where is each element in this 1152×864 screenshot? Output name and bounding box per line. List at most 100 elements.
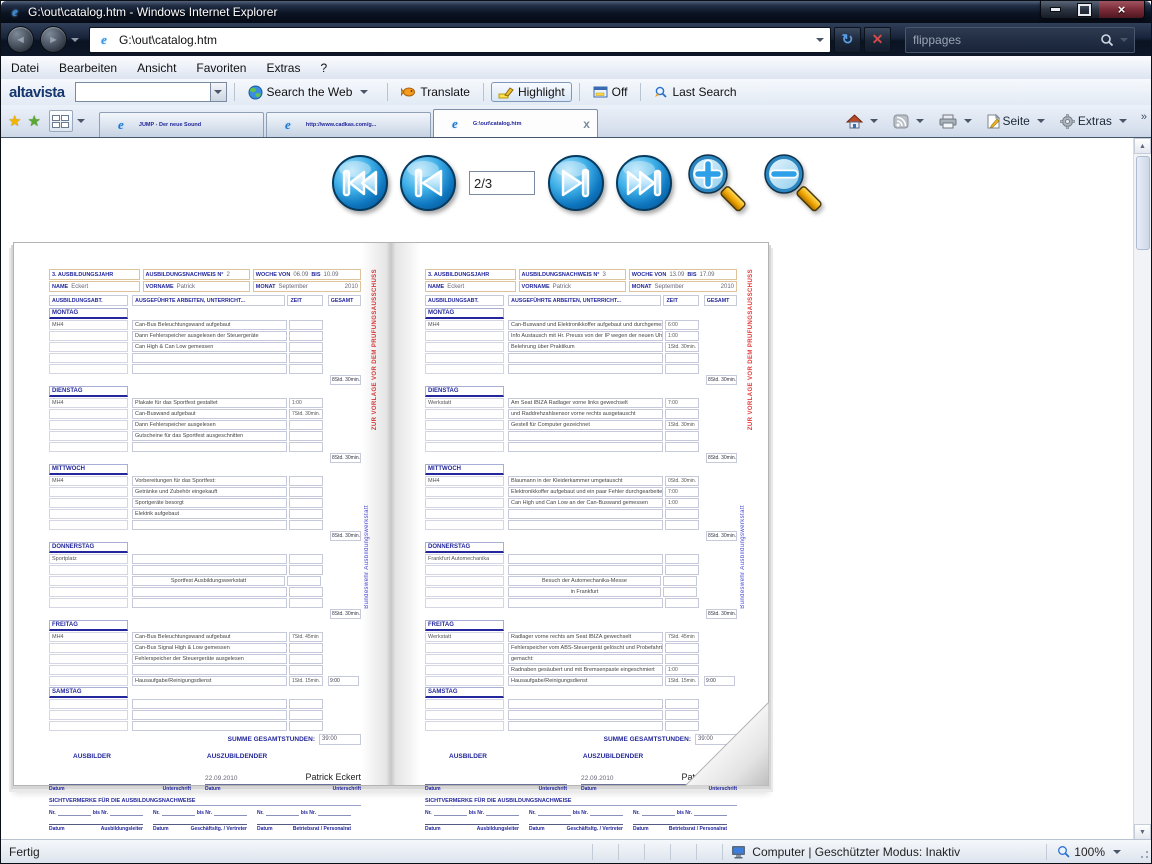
form-activity-cell: Hausaufgabe/Reinigungsdienst [132,676,287,686]
next-page-button[interactable] [547,154,605,212]
forward-button[interactable]: ► [40,26,67,53]
search-the-web-button[interactable]: Search the Web [242,83,381,102]
form-department-cell: MH4 [49,632,128,642]
home-button[interactable] [843,112,887,131]
tab-close-icon[interactable]: x [583,117,590,131]
last-search-label: Last Search [672,85,736,99]
form-department-cell: MH4 [425,320,504,330]
navigation-bar: ◄ ► e ↻ ✕ [1,23,1151,56]
form-activity-cell [508,710,663,720]
search-box[interactable] [905,27,1135,53]
form-activity-cell: Dann Fehlerspeicher ausgelesen der Steue… [132,331,287,341]
tab-list-dropdown[interactable] [77,119,85,127]
highlight-off-button[interactable]: Off [587,83,634,101]
zoom-control[interactable]: 100% [1046,844,1135,860]
stop-button[interactable]: ✕ [864,27,891,53]
form-activity-cell: Sportfest Ausbildungswerkstatt [132,576,285,586]
scroll-down-button[interactable]: ▼ [1134,824,1151,840]
menu-item-bearbeiten[interactable]: Bearbeiten [49,58,127,78]
close-button[interactable]: × [1099,1,1144,18]
book-page-left[interactable]: ZUR VORLAGE VOR DEM PRÜFUNGSAUSSCHUSSBun… [15,243,390,785]
browser-tab-3[interactable]: eG:\out\catalog.htmx [433,109,598,137]
last-page-button[interactable] [615,154,673,212]
page-menu-button[interactable]: Seite [984,112,1054,131]
zoom-out-button[interactable] [759,152,823,214]
translate-button[interactable]: Translate [395,83,476,101]
form-time-cell: 6:00 [665,320,699,330]
print-button[interactable] [936,112,981,131]
history-dropdown[interactable] [71,38,79,46]
form-day-section: FREITAGWerkstattRadlager vorne rechts am… [425,620,737,686]
minimize-button[interactable] [1041,1,1070,18]
back-button[interactable]: ◄ [7,26,34,53]
command-overflow[interactable]: » [1141,111,1145,123]
search-input[interactable] [906,32,1100,48]
globe-icon [248,85,263,100]
page-number-input[interactable] [469,171,535,195]
menu-item-favoriten[interactable]: Favoriten [186,58,256,78]
tabs: eJUMP - Der neue Soundehttp://www.cadkas… [99,105,600,137]
form-department-cell [49,442,128,452]
search-the-web-dropdown[interactable] [360,90,368,98]
form-time-cell [289,353,323,363]
refresh-button[interactable]: ↻ [834,27,861,53]
menu-item-?[interactable]: ? [310,58,337,78]
menu-item-extras[interactable]: Extras [256,58,310,78]
scrollbar-thumb[interactable] [1136,156,1150,250]
previous-page-button[interactable] [399,154,457,212]
form-activity-cell [132,721,287,731]
home-dropdown[interactable] [870,119,878,127]
form-time-cell: 7Std. 30min. [289,409,323,419]
first-page-button[interactable] [331,154,389,212]
add-favorite-icon[interactable]: ★ [27,112,40,130]
toolbar-separator [483,83,484,101]
form-row: Elektrik aufgebaut [49,509,361,519]
feeds-dropdown[interactable] [916,119,924,127]
quick-tabs-button[interactable] [49,110,73,132]
highlight-button[interactable]: Highlight [491,82,572,102]
tools-menu-dropdown[interactable] [1119,119,1127,127]
form-department-cell [425,342,504,352]
status-separator [644,844,670,860]
address-input[interactable] [117,32,812,48]
browser-tab-1[interactable]: eJUMP - Der neue Sound [99,112,264,137]
printer-icon [939,114,957,129]
form-side-note-red: ZUR VORLAGE VOR DEM PRÜFUNGSAUSSCHUSS [372,269,378,430]
form-department-cell [49,487,128,497]
form-department-cell [49,431,128,441]
tools-menu-button[interactable]: Extras [1057,112,1136,131]
form-day-label: MITTWOCH [49,464,128,475]
form-department-cell [425,676,504,686]
page-curl[interactable] [683,700,769,786]
feeds-button[interactable] [890,112,933,131]
menu-item-datei[interactable]: Datei [1,58,49,78]
scroll-up-button[interactable]: ▲ [1134,138,1151,154]
resize-grip[interactable] [1135,845,1149,859]
address-bar[interactable]: e [89,27,831,53]
form-row: Dann Fehlerspeicher ausgelesen der Steue… [49,331,361,341]
menu-item-ansicht[interactable]: Ansicht [127,58,186,78]
form-time-cell [665,509,699,519]
search-icon[interactable] [1100,33,1114,47]
address-dropdown[interactable] [816,38,824,46]
endorsement-signature-group: DatumBetriebsrat / Personalrat [633,822,727,832]
print-dropdown[interactable] [964,119,972,127]
combo-dropdown-icon[interactable] [210,83,226,101]
browser-tab-2[interactable]: ehttp://www.cadkas.com/g... [266,112,431,137]
search-dropdown[interactable] [1120,38,1128,46]
last-search-button[interactable]: Last Search [648,83,742,101]
form-activity-cell: Blaumann in der Kleiderkammer umgetausch… [508,476,663,486]
favorites-star-icon[interactable]: ★ [8,112,21,130]
vertical-scrollbar[interactable]: ▲ ▼ [1133,138,1151,840]
altavista-search-combo[interactable] [75,82,227,102]
zoom-in-button[interactable] [683,152,747,214]
form-activity-cell: Radnaben gesäubert und mit Bremsenpaste … [508,665,663,675]
form-department-cell [425,431,504,441]
page-menu-dropdown[interactable] [1037,119,1045,127]
zoom-dropdown[interactable] [1113,850,1121,858]
menu-bar: DateiBearbeitenAnsichtFavoritenExtras? [1,56,1151,80]
form-row: Can-Bus Signal High & Low gemessen [49,643,361,653]
last-search-icon [654,85,668,99]
form-department-cell [49,565,128,575]
restore-button[interactable] [1070,1,1099,18]
